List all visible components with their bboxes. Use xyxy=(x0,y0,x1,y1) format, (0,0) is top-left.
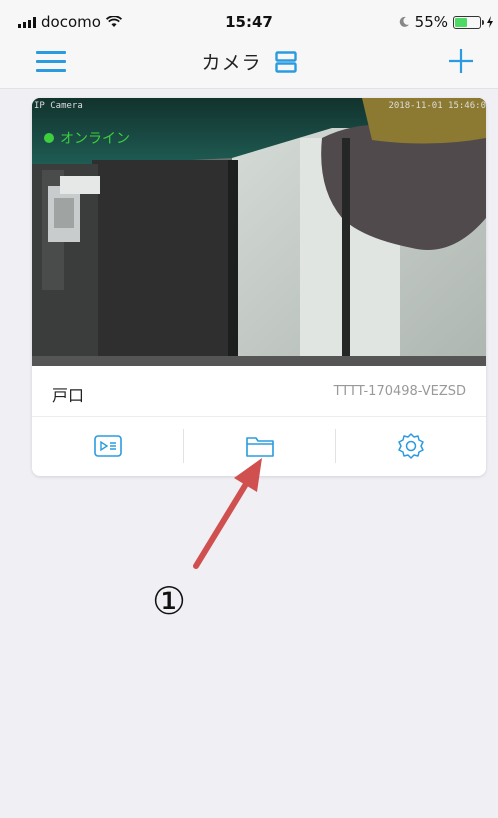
annotation-arrow xyxy=(193,458,262,569)
annotation-label: ① xyxy=(152,579,187,623)
